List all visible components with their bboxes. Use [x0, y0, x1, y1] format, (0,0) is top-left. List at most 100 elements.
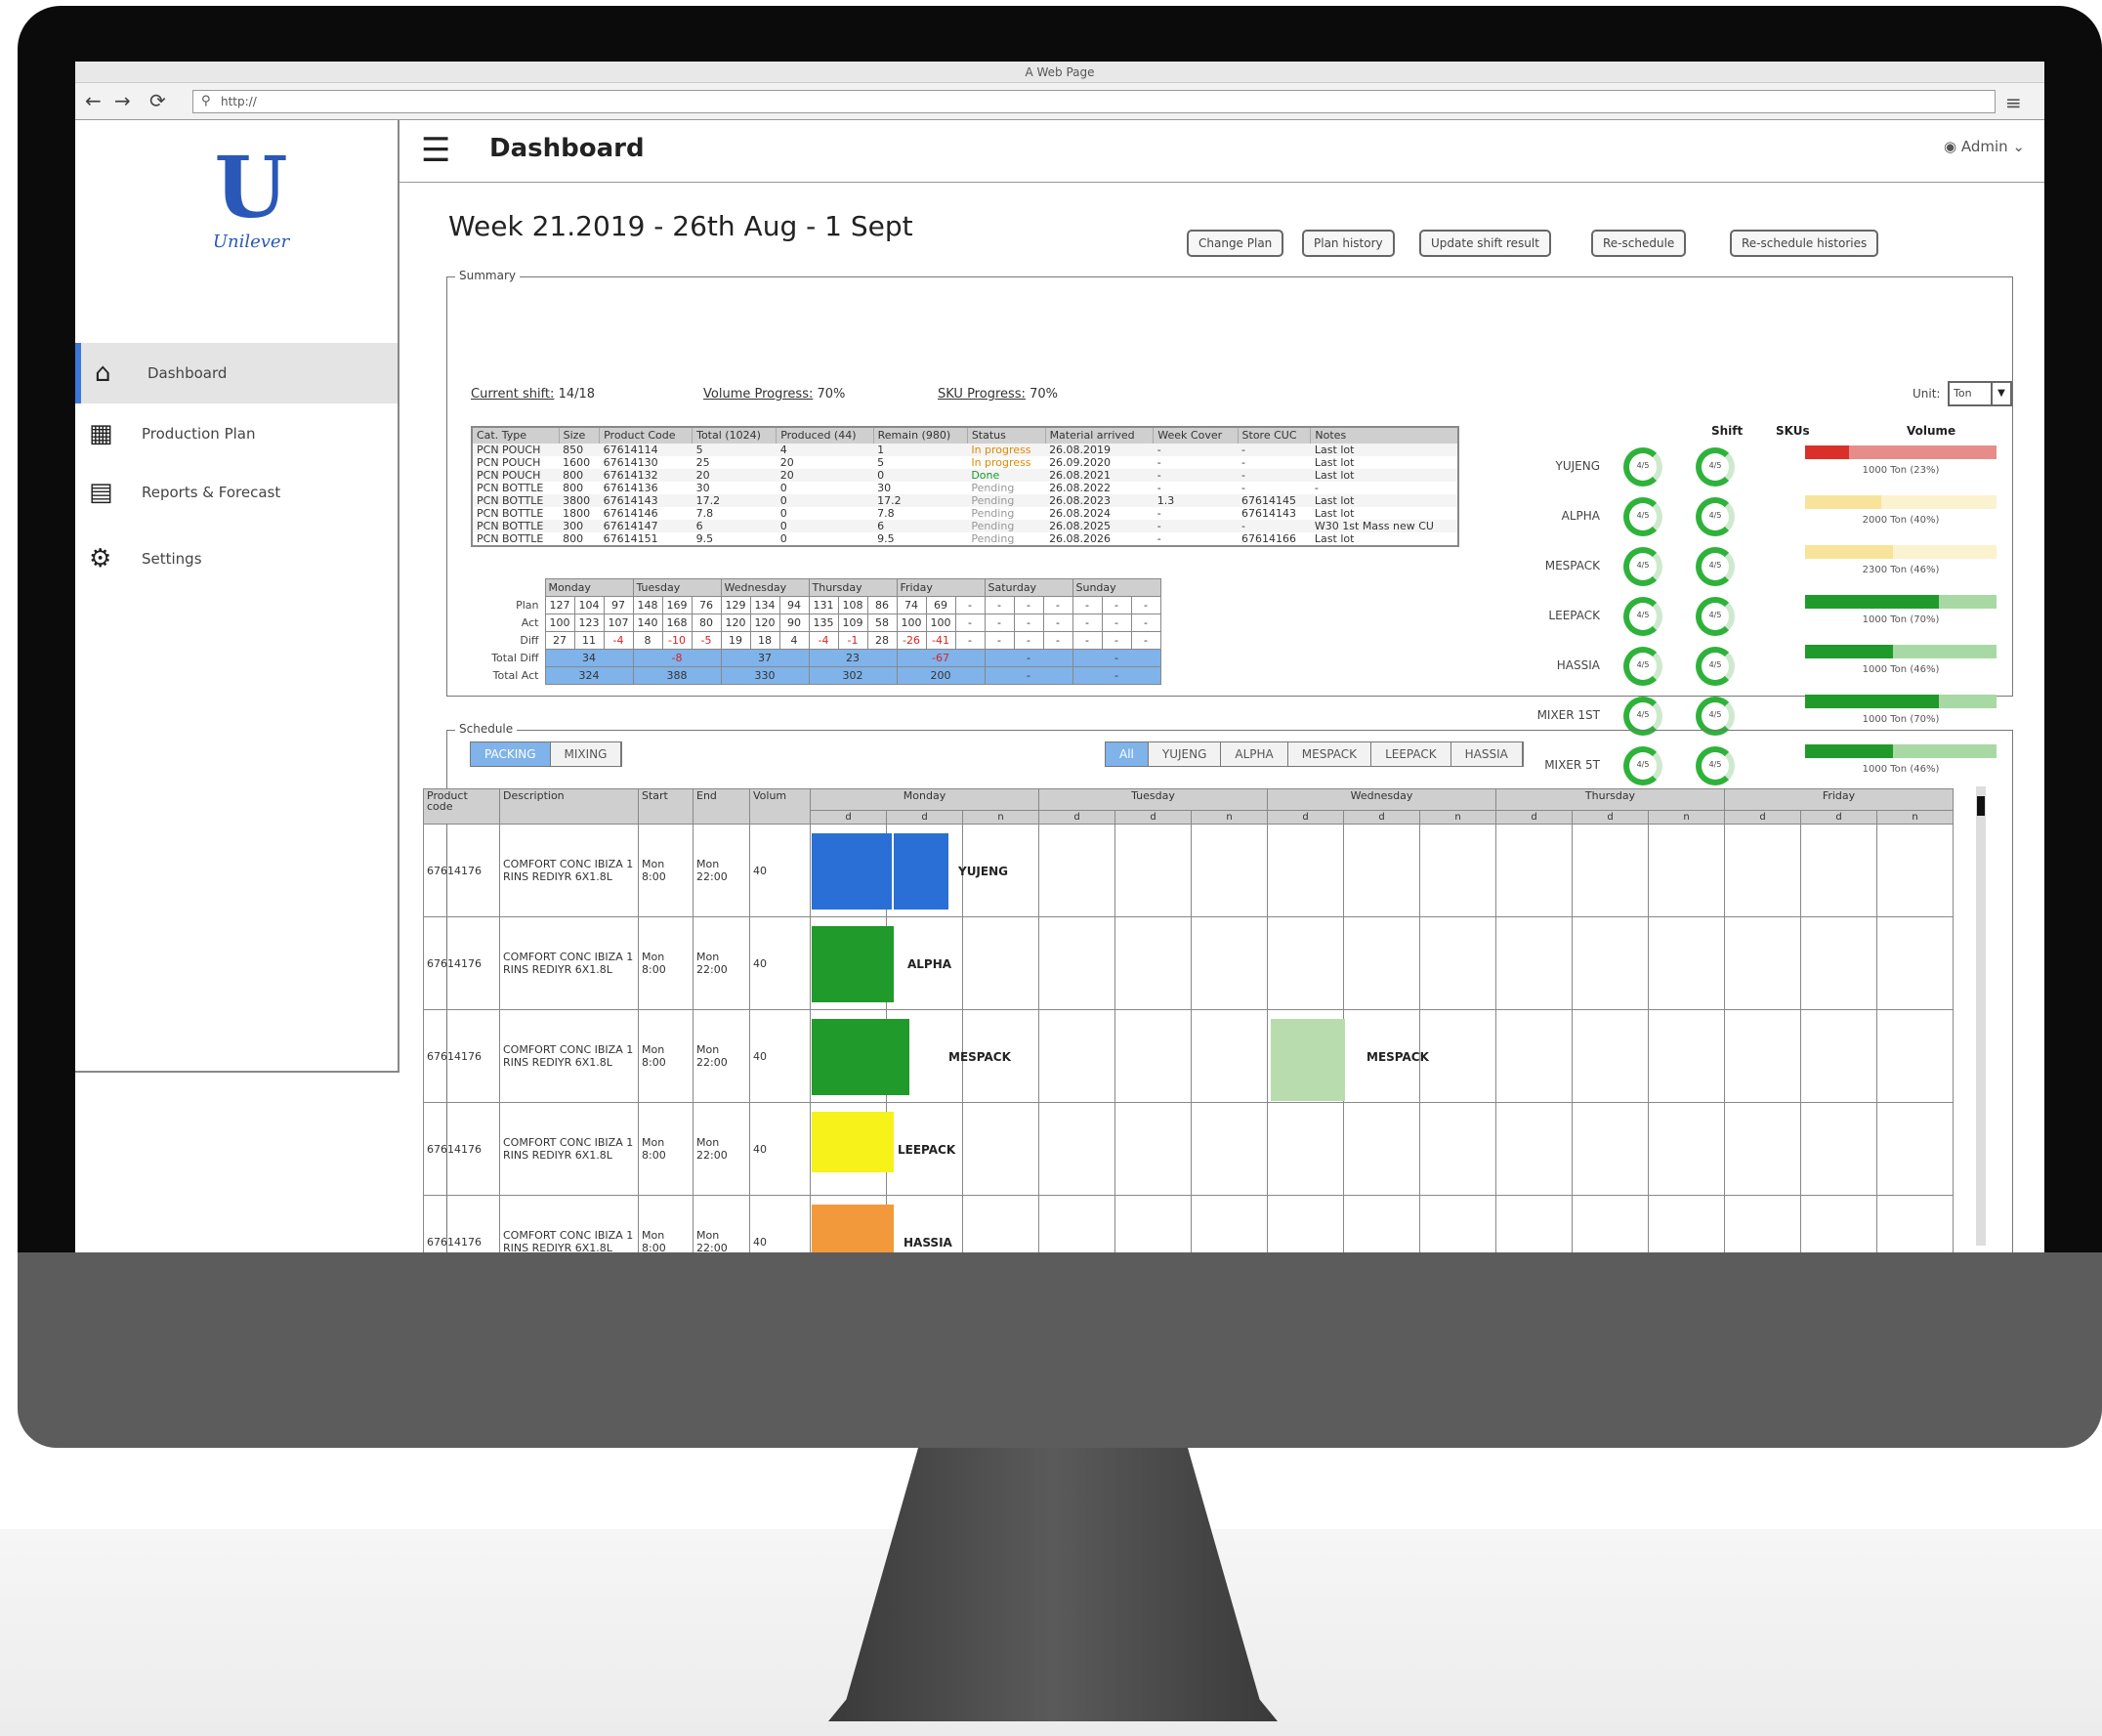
slot-cell[interactable] — [1267, 1102, 1344, 1196]
reschedule-histories-button[interactable]: Re-schedule histories — [1730, 230, 1879, 257]
slot-cell[interactable] — [1648, 824, 1725, 917]
schedule-scrollbar[interactable] — [1976, 786, 1986, 1246]
hamburger-icon[interactable]: ☰ — [421, 134, 450, 167]
slot-cell[interactable] — [962, 1195, 1039, 1252]
tab-all[interactable]: All — [1106, 742, 1149, 766]
tab-mixing[interactable]: MIXING — [550, 742, 622, 766]
slot-cell[interactable] — [1038, 824, 1115, 917]
schedule-block[interactable] — [894, 833, 948, 910]
table-row[interactable]: PCN POUCH 1600 67614130 25 20 5 In progress 26.… — [472, 456, 1458, 469]
slot-cell[interactable] — [1572, 824, 1649, 917]
slot-cell[interactable] — [1114, 916, 1192, 1010]
slot-cell[interactable] — [1038, 1195, 1115, 1252]
slot-cell[interactable] — [1114, 824, 1192, 917]
table-row[interactable]: PCN BOTTLE 800 67614151 9.5 0 9.5 Pending 26.08… — [472, 532, 1458, 546]
slot-cell[interactable] — [1800, 916, 1877, 1010]
reschedule-button[interactable]: Re-schedule — [1591, 230, 1687, 257]
forward-icon[interactable]: → — [114, 91, 131, 110]
plan-history-button[interactable]: Plan history — [1302, 230, 1395, 257]
slot-cell[interactable] — [1800, 824, 1877, 917]
tab-yujeng[interactable]: YUJENG — [1148, 742, 1222, 766]
schedule-row[interactable]: 67614176 COMFORT CONC IBIZA 1 RINS REDIYR… — [423, 1009, 1954, 1103]
slot-cell[interactable] — [1724, 824, 1801, 917]
slot-cell[interactable] — [1800, 1195, 1877, 1252]
table-row[interactable]: PCN POUCH 850 67614114 5 4 1 In progress 26.08.… — [472, 444, 1458, 456]
tab-mespack[interactable]: MESPACK — [1287, 742, 1372, 766]
table-row[interactable]: PCN POUCH 800 67614132 20 20 0 Done 26.08.2021-… — [472, 469, 1458, 482]
slot-cell[interactable] — [1495, 1195, 1573, 1252]
sidebar-item-dashboard[interactable]: ⌂ Dashboard — [75, 343, 398, 403]
table-row[interactable]: PCN BOTTLE 3800 67614143 17.2 0 17.2 Pending 26… — [472, 494, 1458, 507]
url-field[interactable]: ⚲ http:// — [192, 90, 1996, 113]
slot-cell[interactable] — [962, 916, 1039, 1010]
slot-cell[interactable] — [1191, 1009, 1268, 1103]
slot-cell[interactable] — [1495, 1009, 1573, 1103]
slot-cell[interactable] — [1419, 1102, 1496, 1196]
slot-cell[interactable] — [1572, 1102, 1649, 1196]
tab-leepack[interactable]: LEEPACK — [1371, 742, 1451, 766]
slot-cell[interactable] — [1267, 916, 1344, 1010]
slot-cell[interactable] — [1648, 1195, 1725, 1252]
slot-cell[interactable] — [1114, 1102, 1192, 1196]
schedule-row[interactable]: 67614176 COMFORT CONC IBIZA 1 RINS REDIYR… — [423, 916, 1954, 1010]
scrollbar-thumb[interactable] — [1977, 796, 1985, 816]
slot-cell[interactable] — [1114, 1195, 1192, 1252]
schedule-block[interactable] — [812, 1205, 894, 1252]
slot-cell[interactable] — [1648, 1102, 1725, 1196]
slot-cell[interactable] — [1419, 1009, 1496, 1103]
slot-cell[interactable] — [1343, 916, 1420, 1010]
sidebar-item-production-plan[interactable]: ▦ Production Plan — [75, 403, 398, 464]
browser-menu-icon[interactable]: ≡ — [2005, 91, 2022, 114]
schedule-row[interactable]: 67614176 COMFORT CONC IBIZA 1 RINS REDIYR… — [423, 1195, 1954, 1252]
slot-cell[interactable] — [1191, 1195, 1268, 1252]
schedule-block[interactable] — [812, 1112, 894, 1172]
slot-cell[interactable] — [1419, 1195, 1496, 1252]
back-icon[interactable]: ← — [85, 91, 102, 110]
slot-cell[interactable] — [1038, 916, 1115, 1010]
slot-cell[interactable] — [1724, 1102, 1801, 1196]
slot-cell[interactable] — [1419, 916, 1496, 1010]
slot-cell[interactable] — [1876, 1102, 1954, 1196]
table-row[interactable]: PCN BOTTLE 800 67614136 30 0 30 Pending 26.08.2… — [472, 482, 1458, 494]
schedule-block[interactable] — [812, 926, 894, 1002]
sidebar-item-reports[interactable]: ▤ Reports & Forecast — [75, 462, 398, 523]
table-row[interactable]: PCN BOTTLE 1800 67614146 7.8 0 7.8 Pending 26.0… — [472, 507, 1458, 520]
slot-cell[interactable] — [1876, 824, 1954, 917]
slot-cell[interactable] — [1191, 1102, 1268, 1196]
slot-cell[interactable] — [1876, 916, 1954, 1010]
slot-cell[interactable] — [1038, 1009, 1115, 1103]
slot-cell[interactable] — [1800, 1102, 1877, 1196]
reload-icon[interactable]: ⟳ — [149, 91, 166, 110]
slot-cell[interactable] — [962, 1102, 1039, 1196]
tab-alpha[interactable]: ALPHA — [1221, 742, 1288, 766]
slot-cell[interactable] — [1648, 916, 1725, 1010]
slot-cell[interactable] — [1876, 1009, 1954, 1103]
schedule-block[interactable] — [812, 833, 892, 910]
slot-cell[interactable] — [1495, 824, 1573, 917]
slot-cell[interactable] — [1343, 1102, 1420, 1196]
slot-cell[interactable] — [1724, 1195, 1801, 1252]
slot-cell[interactable] — [1114, 1009, 1192, 1103]
slot-cell[interactable] — [1495, 916, 1573, 1010]
change-plan-button[interactable]: Change Plan — [1187, 230, 1284, 257]
schedule-block[interactable] — [812, 1019, 909, 1095]
update-shift-result-button[interactable]: Update shift result — [1419, 230, 1551, 257]
schedule-row[interactable]: 67614176 COMFORT CONC IBIZA 1 RINS REDIYR… — [423, 824, 1954, 917]
schedule-block[interactable] — [1271, 1019, 1345, 1101]
slot-cell[interactable] — [1876, 1195, 1954, 1252]
tab-packing[interactable]: PACKING — [471, 742, 551, 766]
slot-cell[interactable] — [1191, 916, 1268, 1010]
slot-cell[interactable] — [1267, 824, 1344, 917]
slot-cell[interactable] — [1495, 1102, 1573, 1196]
slot-cell[interactable] — [1038, 1102, 1115, 1196]
slot-cell[interactable] — [1343, 824, 1420, 917]
slot-cell[interactable] — [1572, 1195, 1649, 1252]
slot-cell[interactable] — [1343, 1195, 1420, 1252]
slot-cell[interactable] — [1191, 824, 1268, 917]
slot-cell[interactable] — [1724, 916, 1801, 1010]
slot-cell[interactable] — [1572, 1009, 1649, 1103]
tab-hassia[interactable]: HASSIA — [1450, 742, 1523, 766]
slot-cell[interactable] — [1267, 1195, 1344, 1252]
slot-cell[interactable] — [1648, 1009, 1725, 1103]
slot-cell[interactable] — [1724, 1009, 1801, 1103]
